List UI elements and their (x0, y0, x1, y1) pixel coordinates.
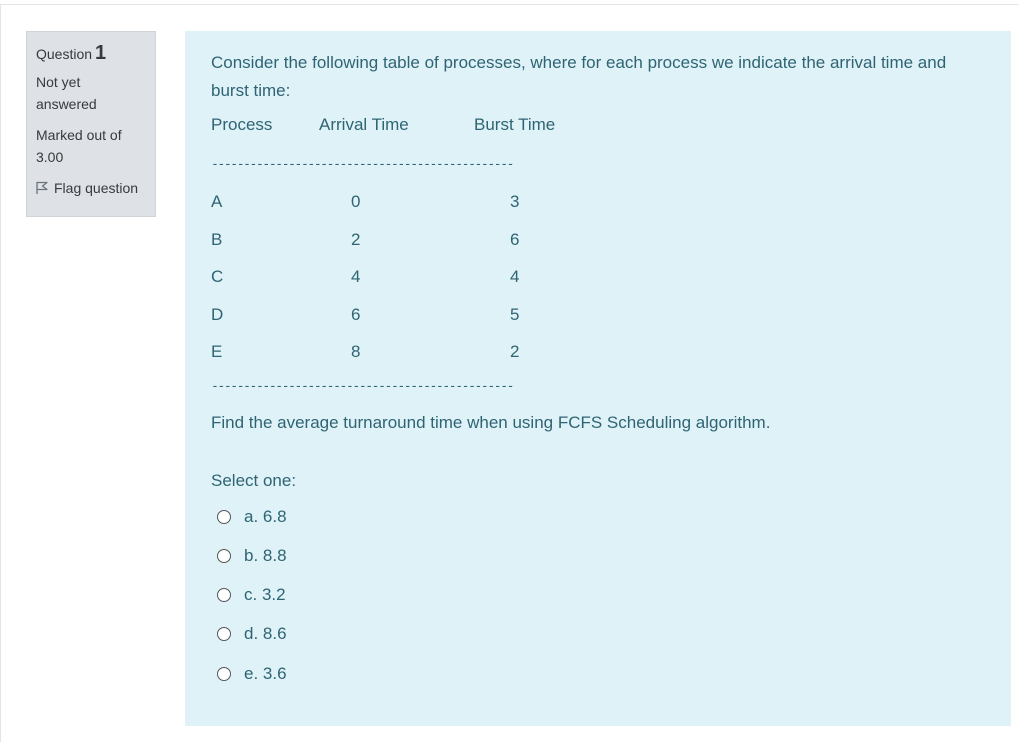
option-letter: e. (244, 664, 259, 683)
cell-burst: 5 (510, 305, 520, 324)
option-value: 3.6 (262, 664, 287, 683)
question-text: Consider the following table of processe… (211, 53, 947, 100)
option-letter: c. (244, 585, 258, 604)
top-divider (0, 4, 1019, 5)
cell-burst: 3 (510, 192, 520, 211)
option-value: 6.8 (262, 507, 287, 526)
cell-process: C (211, 267, 224, 286)
answer-option-d[interactable]: d. 8.6 (217, 624, 287, 644)
radio-button[interactable] (217, 510, 231, 524)
radio-button[interactable] (217, 667, 231, 681)
question-info-panel: Question 1 Not yet answered Marked out of… (26, 31, 156, 217)
answer-option-b[interactable]: b. 8.8 (217, 546, 287, 566)
answer-option-c[interactable]: c. 3.2 (217, 585, 286, 605)
cell-burst: 2 (510, 342, 520, 361)
question-number-line: Question 1 (36, 42, 146, 65)
cell-arrival: 6 (351, 305, 361, 324)
state-line-2: answered (36, 96, 97, 112)
cell-process: E (211, 342, 223, 361)
cell-arrival: 4 (351, 267, 361, 286)
cell-process: D (211, 305, 224, 324)
cell-burst: 6 (510, 230, 520, 249)
radio-button[interactable] (217, 549, 231, 563)
cell-burst: 4 (510, 267, 520, 286)
radio-button[interactable] (217, 588, 231, 602)
question-grade: Marked out of 3.00 (36, 124, 146, 168)
cell-arrival: 8 (351, 342, 361, 361)
option-letter: a. (244, 507, 259, 526)
radio-button[interactable] (217, 627, 231, 641)
header-process: Process (211, 115, 273, 134)
option-letter: b. (244, 546, 259, 565)
quiz-page: Question 1 Not yet answered Marked out of… (0, 0, 1019, 742)
grade-line-1: Marked out of (36, 127, 122, 143)
option-value: 8.8 (262, 546, 287, 565)
question-label: Question (36, 46, 93, 62)
question-number: 1 (95, 42, 107, 64)
grade-line-2: 3.00 (36, 149, 64, 165)
state-line-1: Not yet (36, 74, 81, 90)
cell-process: A (211, 192, 223, 211)
select-one-label: Select one: (211, 471, 297, 490)
left-divider (0, 4, 1, 742)
answer-option-a[interactable]: a. 6.8 (217, 507, 287, 527)
question-content: Consider the following table of processe… (185, 31, 1011, 726)
cell-arrival: 0 (351, 192, 361, 211)
header-burst-time: Burst Time (474, 115, 556, 134)
option-letter: d. (244, 624, 259, 643)
answer-option-e[interactable]: e. 3.6 (217, 664, 287, 684)
flag-icon (36, 181, 48, 194)
cell-process: B (211, 230, 223, 249)
question-prompt: Find the average turnaround time when us… (211, 413, 771, 432)
flag-label: Flag question (54, 180, 139, 196)
table-separator-bottom: ----------------------------------------… (211, 379, 514, 394)
flag-question-link[interactable]: Flag question (36, 177, 146, 199)
question-state: Not yet answered (36, 71, 146, 115)
option-value: 8.6 (262, 624, 287, 643)
cell-arrival: 2 (351, 230, 361, 249)
header-arrival-time: Arrival Time (319, 115, 409, 134)
table-separator-top: ----------------------------------------… (211, 157, 514, 172)
option-value: 3.2 (261, 585, 286, 604)
